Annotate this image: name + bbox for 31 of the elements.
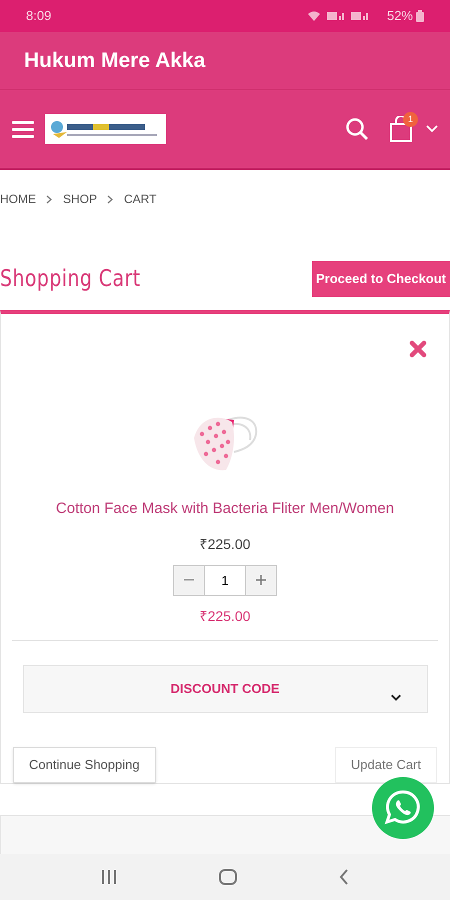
app-title: Hukum Mere Akka [24,48,206,74]
logo-icon[interactable] [45,114,166,144]
shopping-bag-icon[interactable] [389,116,413,142]
battery-level: 52% [386,7,413,26]
chevron-icon [107,194,114,204]
battery-icon [416,10,424,22]
breadcrumb-link[interactable]: CART [124,190,156,208]
cart-count-badge: 1 [403,112,418,127]
menu-icon[interactable] [12,120,34,138]
breadcrumb-link[interactable]: SHOP [63,190,98,208]
plus-icon [256,575,266,585]
product-name-link[interactable]: Cotton Face Mask with Bacteria Fliter Men/Women [56,498,394,520]
increase-button[interactable] [245,564,277,596]
back-icon[interactable] [339,869,349,885]
discount-code-toggle[interactable]: DISCOUNT CODE [22,664,428,713]
search-icon[interactable] [345,117,369,141]
continue-shopping-button[interactable]: Continue Shopping [13,747,156,783]
product-subtotal: ₹225.00 [200,606,250,626]
remove-icon[interactable] [409,340,427,358]
chevron-icon [46,194,53,204]
whatsapp-icon[interactable] [370,777,436,839]
chevron-down-icon[interactable] [426,125,438,133]
minus-icon [184,579,194,581]
home-icon[interactable] [219,869,237,885]
status-time: 8:09 [26,7,52,26]
page-heading: Shopping Cart [0,264,141,294]
product-price: ₹225.00 [200,534,250,554]
checkout-button[interactable]: Proceed to Checkout [312,261,450,297]
breadcrumb-link[interactable]: HOME [0,190,36,208]
recents-icon[interactable] [101,870,117,884]
update-cart-button[interactable]: Update Cart [334,747,437,783]
